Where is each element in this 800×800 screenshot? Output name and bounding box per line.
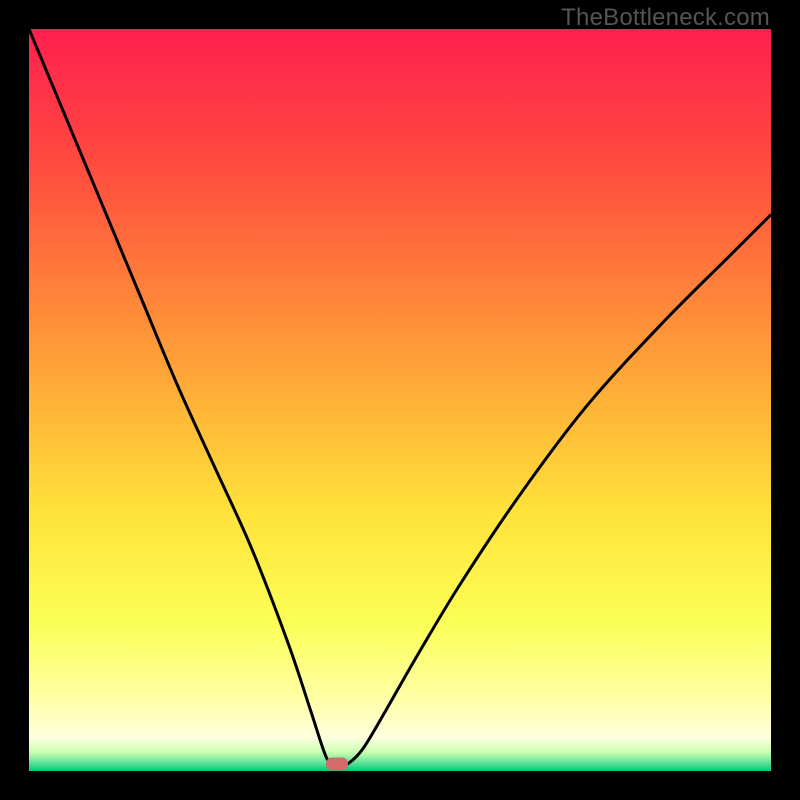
plot-area — [29, 29, 771, 771]
watermark-text: TheBottleneck.com — [561, 4, 770, 32]
bottleneck-curve — [29, 29, 771, 771]
optimum-marker — [326, 757, 348, 770]
chart-frame: TheBottleneck.com — [0, 0, 800, 800]
